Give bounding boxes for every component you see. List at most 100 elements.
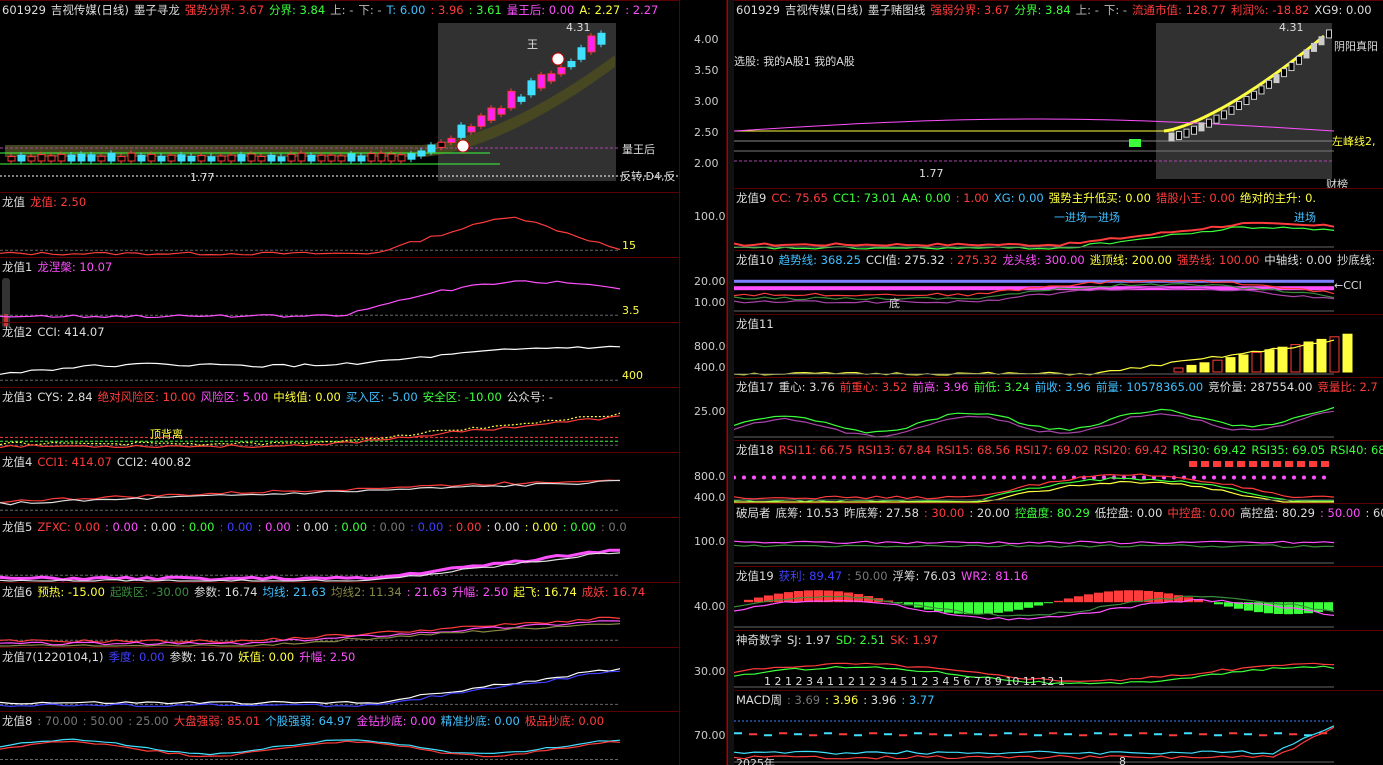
right-panels-3-value: 前高: 3.96	[912, 380, 969, 394]
left-panel-9[interactable]: 龙值8: 70.00: 50.00: 25.00 大盘强弱: 85.01 个股强弱:…	[0, 711, 679, 765]
annotation-label: 反转,D4,反	[620, 170, 676, 183]
left-panels-6-indicator-name[interactable]: 龙值6	[2, 585, 32, 599]
right-panel-4[interactable]: 龙值17 重心: 3.76 前重心: 3.52 前高: 3.96 前低: 3.24 前收:…	[734, 377, 1383, 440]
right-main-chart[interactable]: 601929 吉视传媒(日线) 墨子赌图线 强弱分界: 3.67 分界: 3.84 上: …	[734, 0, 1383, 188]
left-panels-3-value: CYS: 2.84	[37, 390, 93, 404]
left-panels-8-value: 极品抄底: 0.00	[524, 714, 605, 728]
left-panels-1-indicator-name[interactable]: 龙值1	[2, 260, 32, 274]
left-main-header: 601929 吉视传媒(日线) 墨子寻龙 强势分界: 3.67 分界: 3.84 上: -…	[2, 3, 663, 17]
left-panels-8-indicator-name[interactable]: 龙值8	[2, 714, 32, 728]
right-panels-8-header: MACD周: 3.69: 3.96: 3.96: 3.77	[736, 693, 940, 707]
right-panels-6-indicator-name[interactable]: 龙值19	[736, 569, 774, 583]
right-panel-8[interactable]: 神奇数字 SJ: 1.97 SD: 2.51 SK: 1.97 1 2 1 2 3 4 …	[734, 630, 1383, 690]
left-panel-6[interactable]: 龙值5 ZFXC: 0.00 : 0.00 : 0.00 : 0.00 : 0.00 : 0…	[0, 517, 679, 582]
left-price-tick: 3.50	[694, 64, 719, 77]
left-panels-6-value: 起飞: 16.74	[513, 585, 577, 599]
right-panel-2[interactable]: 龙值10 趋势线: 368.25 CCI值: 275.32: 275.32 龙头线: …	[734, 250, 1383, 314]
right-panel-7[interactable]: 龙值19 获利: 89.47: 50.00 浮筹: 76.03 WR2: 81.16	[734, 566, 1383, 630]
left-panels-5-indicator-name[interactable]: 龙值5	[2, 520, 32, 534]
left-panels-5-value: : 0.00	[524, 520, 558, 534]
left-panels-8-value: 大盘强弱: 85.01	[173, 714, 261, 728]
left-price-tick: 4.00	[694, 33, 719, 46]
left-panels-4-indicator-name[interactable]: 龙值4	[2, 455, 32, 469]
left-panels-6-value: 均线: 21.63	[262, 585, 326, 599]
left-main-value: 分界: 3.84	[269, 3, 326, 17]
left-panel-5[interactable]: 龙值4 CCI1: 414.07 CCI2: 400.82	[0, 452, 679, 517]
right-panel-1[interactable]: 龙值9 CC: 75.65 CC1: 73.01 AA: 0.00: 1.00 XG: …	[734, 188, 1383, 250]
right-panels-1-indicator-name[interactable]: 龙值10	[736, 253, 774, 267]
right-main-value: 强弱分界: 3.67	[930, 3, 1010, 17]
left-axis-tick: 20.00	[694, 275, 726, 288]
right-panels-3-indicator-name[interactable]: 龙值17	[736, 380, 774, 394]
left-panel-7[interactable]: 龙值6 预热: -15.00 起跌区: -30.00 参数: 16.74 均线: 21.…	[0, 582, 679, 647]
left-panels-5-value: : 0.00	[562, 520, 596, 534]
left-panels-6-value: 均线2: 11.34	[330, 585, 402, 599]
left-panels-5-value: : 0.00	[372, 520, 406, 534]
left-panel-1[interactable]: 龙值 龙值: 2.50 15	[0, 192, 679, 257]
right-panel-3[interactable]: 龙值11	[734, 314, 1383, 377]
right-indicator-chart-3[interactable]	[734, 315, 1383, 377]
left-main-value: 上: -	[330, 3, 354, 17]
split-divider[interactable]	[727, 0, 734, 765]
left-panels-3-value: 绝对风险区: 10.00	[97, 390, 196, 404]
right-panels-0-value: AA: 0.00	[901, 191, 951, 205]
left-panels-7-indicator-name[interactable]: 龙值7(1220104,1)	[2, 650, 103, 664]
right-panels-1-value: CCI值: 275.32	[865, 253, 945, 267]
left-panel-mark: 3.5	[622, 303, 640, 317]
right-panels-5-indicator-name[interactable]: 破局者	[736, 506, 771, 520]
right-panels-4-value: RSI20: 69.42	[1093, 443, 1168, 457]
low-price-label: 1.77	[919, 167, 944, 180]
right-panels-1-header: 龙值10 趋势线: 368.25 CCI值: 275.32: 275.32 龙头线: …	[736, 253, 1380, 267]
low-price-label: 1.77	[190, 171, 215, 184]
right-panel-5[interactable]: 龙值18 RSI11: 66.75 RSI13: 67.84 RSI15: 68.56…	[734, 440, 1383, 503]
left-panels-3-value: 公众号: -	[506, 390, 553, 404]
left-axis-tick: 800.0	[694, 470, 726, 483]
left-panels-5-value: : 0.00	[486, 520, 520, 534]
left-panels-0-indicator-name[interactable]: 龙值	[2, 195, 25, 209]
left-panels-5-value: : 0.00	[105, 520, 139, 534]
right-panels-4-indicator-name[interactable]: 龙值18	[736, 443, 774, 457]
left-panel-4[interactable]: 龙值3 CYS: 2.84 绝对风险区: 10.00 风险区: 5.00 中线值: 0.…	[0, 387, 679, 452]
right-panel-6[interactable]: 破局者 底筹: 10.53 昨底筹: 27.58: 30.00: 20.00 控盘度:…	[734, 503, 1383, 566]
left-price-tick: 3.00	[694, 95, 719, 108]
right-panels-7-value: SD: 2.51	[835, 633, 886, 647]
left-main-chart[interactable]: 601929 吉视传媒(日线) 墨子寻龙 强势分界: 3.67 分界: 3.84 上: -…	[0, 0, 679, 192]
right-panels-1-value: 中轴线: 0.00	[1264, 253, 1332, 267]
left-panels-3-value: 安全区: -10.00	[422, 390, 502, 404]
annotation-label: 阴阳真阳	[1334, 40, 1378, 53]
left-panel-3[interactable]: 龙值2 CCI: 414.07 400	[0, 322, 679, 387]
right-panels-7-value: SJ: 1.97	[787, 633, 831, 647]
left-panel-8[interactable]: 龙值7(1220104,1) 季度: 0.00 参数: 16.70 妖值: 0.00 升…	[0, 647, 679, 711]
right-panel-mark: 进场	[1294, 211, 1316, 224]
left-panels-7-value: 季度: 0.00	[108, 650, 165, 664]
left-panels-4-header: 龙值4 CCI1: 414.07 CCI2: 400.82	[2, 455, 196, 469]
left-panel-2[interactable]: 龙值1 龙涅槃: 10.07 3.5	[0, 257, 679, 322]
right-panels-2-indicator-name[interactable]: 龙值11	[736, 317, 774, 331]
right-panels-8-indicator-name[interactable]: MACD周	[736, 693, 782, 707]
right-panels-7-indicator-name[interactable]: 神奇数字	[736, 633, 782, 647]
left-indicator-chart-1[interactable]	[0, 193, 679, 257]
left-panels-8-value: : 25.00	[128, 714, 169, 728]
right-panels-4-value: RSI30: 69.42	[1172, 443, 1247, 457]
left-main-value: : 2.27	[625, 3, 659, 17]
right-panels-3-value: 前量: 10578365.00	[1095, 380, 1204, 394]
right-panel-9[interactable]: MACD周: 3.69: 3.96: 3.96: 3.77 2025年 8	[734, 690, 1383, 765]
left-panels-6-value: : 21.63	[406, 585, 448, 599]
right-panel-mark: ←CCI	[1334, 279, 1362, 292]
left-panels-5-value: : 0.00	[181, 520, 215, 534]
left-panels-8-header: 龙值8: 70.00: 50.00: 25.00 大盘强弱: 85.01 个股强弱:…	[2, 714, 609, 728]
stock-selection-label: 选股: 我的A股1 我的A股	[734, 55, 855, 68]
left-panels-2-indicator-name[interactable]: 龙值2	[2, 325, 32, 339]
right-panels-0-indicator-name[interactable]: 龙值9	[736, 191, 766, 205]
right-panels-4-value: RSI13: 67.84	[857, 443, 932, 457]
left-panels-3-indicator-name[interactable]: 龙值3	[2, 390, 32, 404]
right-main-header: 601929 吉视传媒(日线) 墨子赌图线 强弱分界: 3.67 分界: 3.84 上: …	[736, 3, 1377, 17]
right-panels-5-value: 昨底筹: 27.58	[843, 506, 919, 520]
left-main-value: 量王后: 0.00	[506, 3, 575, 17]
right-panels-3-header: 龙值17 重心: 3.76 前重心: 3.52 前高: 3.96 前低: 3.24 前收:…	[736, 380, 1383, 394]
symbol-title: 601929	[736, 3, 780, 17]
left-panels-5-value: : 0.00	[257, 520, 291, 534]
left-panel-mark: 顶背离	[150, 428, 183, 441]
left-panels-5-value: ZFXC: 0.00	[37, 520, 101, 534]
right-panels-4-header: 龙值18 RSI11: 66.75 RSI13: 67.84 RSI15: 68.56…	[736, 443, 1383, 457]
